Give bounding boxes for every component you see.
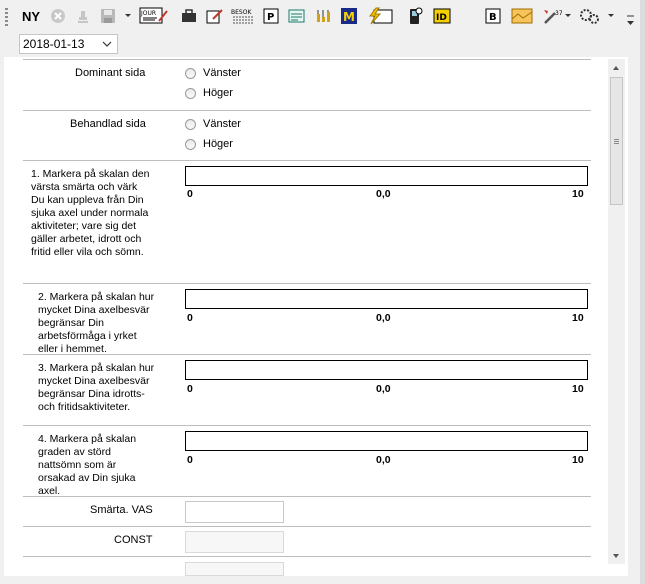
question-2-scale-min: 0 [187,312,193,324]
briefcase-icon[interactable] [180,6,198,26]
question-2-text: 2. Markera på skalan hur mycket Dina axe… [38,291,155,355]
save-icon[interactable] [98,6,118,26]
question-1-scale-min: 0 [187,188,193,200]
referral-icon[interactable]: M [340,6,358,26]
svg-text:B: B [489,12,497,23]
divider [23,425,591,426]
radio-label: Vänster [203,118,241,130]
date-value: 2018-01-13 [23,37,85,51]
new-button[interactable]: NY [22,9,40,24]
settings-dropdown-icon[interactable] [608,14,614,17]
chevron-down-icon [102,41,112,47]
svg-text:ID: ID [436,13,447,23]
toolbar-grip[interactable] [5,8,8,26]
svg-text:P: P [267,12,274,23]
question-3-scale-max: 10 [572,383,584,395]
svg-text:37: 37 [555,10,562,17]
date-select[interactable]: 2018-01-13 [19,34,118,54]
flash-icon[interactable] [366,6,394,26]
phone-icon[interactable] [405,6,425,26]
radio-circle[interactable] [185,138,196,150]
question-2-vas-scale[interactable] [185,289,588,309]
divider [23,496,591,497]
dominant-left-radio[interactable]: Vänster [185,67,241,79]
divider [23,160,591,161]
question-1-scale-max: 10 [572,188,584,200]
question-3-vas-scale[interactable] [185,360,588,380]
prescription-icon[interactable]: P [262,6,280,26]
dominant-right-radio[interactable]: Höger [185,87,233,99]
form-panel: Dominant sida Vänster Höger Behandlad si… [4,57,628,576]
tools-icon[interactable]: 37 [542,6,562,26]
question-4-text: 4. Markera på skalan graden av störd nat… [38,433,137,497]
radio-label: Vänster [203,67,241,79]
image-icon[interactable] [511,6,533,26]
divider [23,526,591,527]
scrollbar-thumb[interactable] [610,77,623,205]
divider [23,556,591,557]
lab-icon[interactable] [314,6,332,26]
divider [23,283,591,284]
question-2-scale-value: 0,0 [376,312,391,324]
vertical-scrollbar[interactable] [608,59,625,564]
question-3-scale-min: 0 [187,383,193,395]
question-3-text: 3. Markera på skalan hur mycket Dina axe… [38,362,155,413]
scroll-down-icon[interactable] [613,554,619,558]
dominant-side-label: Dominant sida [75,67,146,79]
radio-label: Höger [203,138,233,150]
window-edge [640,0,645,584]
tools-dropdown-icon[interactable] [565,14,571,17]
scroll-up-icon[interactable] [613,66,619,70]
radio-circle[interactable] [185,67,196,79]
question-1-text: 1. Markera på skalan den värsta smärta o… [31,168,150,258]
pain-vas-input[interactable] [185,501,284,523]
treated-side-label: Behandlad sida [70,118,146,130]
question-4-scale-min: 0 [187,454,193,466]
treated-left-radio[interactable]: Vänster [185,118,241,130]
pain-vas-label: Smärta. VAS [90,504,153,516]
visit-icon[interactable]: BESOK [231,6,257,26]
radio-label: Höger [203,87,233,99]
edit-icon[interactable] [205,6,225,26]
stamp-icon[interactable] [74,6,92,26]
radio-circle[interactable] [185,87,196,99]
thumb-grip [614,139,619,140]
id-icon[interactable]: ID [432,6,452,26]
question-1-scale-value: 0,0 [376,188,391,200]
radio-circle[interactable] [185,118,196,130]
journal-icon[interactable]: JOUR [139,6,169,26]
const-input[interactable] [185,531,284,553]
settings-icon[interactable] [578,6,602,26]
thumb-grip [614,143,619,144]
certificate-icon[interactable]: B [484,6,502,26]
divider [23,59,591,60]
document-icon[interactable] [288,6,306,26]
next-field-input[interactable] [185,562,284,576]
svg-text:JOUR: JOUR [140,10,156,17]
toolbar-overflow-icon[interactable] [626,14,635,28]
question-4-scale-max: 10 [572,454,584,466]
svg-text:BESOK: BESOK [231,9,252,16]
question-2-scale-max: 10 [572,312,584,324]
treated-right-radio[interactable]: Höger [185,138,233,150]
question-1-vas-scale[interactable] [185,166,588,186]
thumb-grip [614,141,619,142]
question-4-scale-value: 0,0 [376,454,391,466]
divider [23,354,591,355]
save-dropdown-icon[interactable] [125,14,131,17]
toolbar: NY JOUR BESOK P M ID B 37 [0,0,645,32]
const-label: CONST [114,534,153,546]
question-4-vas-scale[interactable] [185,431,588,451]
svg-text:M: M [343,10,355,24]
question-3-scale-value: 0,0 [376,383,391,395]
divider [23,110,591,111]
cancel-icon[interactable] [49,6,67,26]
